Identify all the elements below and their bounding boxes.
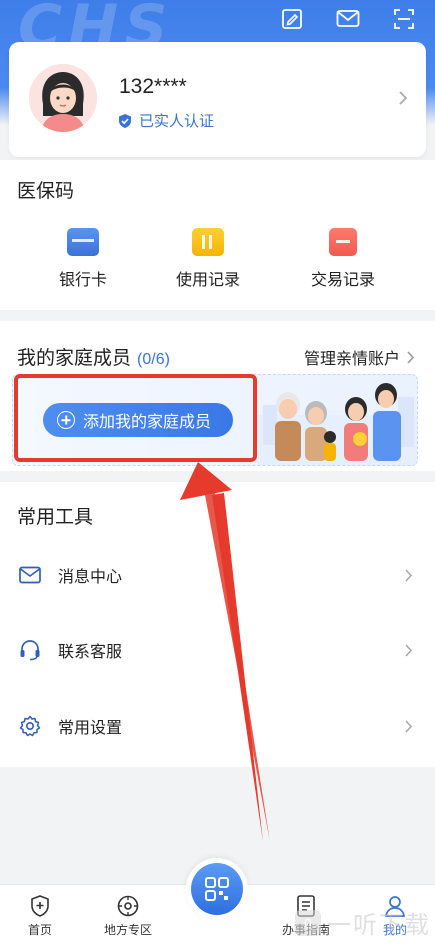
tools-section: 常用工具 消息中心 联系客服 常用设置 xyxy=(0,482,435,767)
tool-item-customer-service[interactable]: 联系客服 xyxy=(0,622,435,678)
tools-title: 常用工具 xyxy=(17,507,94,528)
usage-record-icon xyxy=(192,228,224,256)
bank-card-item[interactable]: 银行卡 xyxy=(33,228,133,290)
bank-card-label: 银行卡 xyxy=(58,272,107,289)
chevron-right-icon xyxy=(405,568,413,582)
usage-record-item[interactable]: 使用记录 xyxy=(158,228,258,290)
usage-record-label: 使用记录 xyxy=(175,272,240,289)
chevron-right-icon xyxy=(405,643,413,657)
qr-code-icon xyxy=(191,863,243,915)
profile-name: 132**** xyxy=(119,75,187,98)
mail-icon xyxy=(18,563,42,587)
manage-family-link[interactable]: 管理亲情账户 xyxy=(304,345,415,369)
tool-label: 消息中心 xyxy=(58,569,123,586)
tool-label: 联系客服 xyxy=(58,644,123,661)
transaction-record-icon xyxy=(329,228,357,256)
verified-text: 已实人认证 xyxy=(139,113,215,130)
qr-code-button[interactable] xyxy=(186,858,248,920)
home-shield-icon xyxy=(27,893,53,919)
top-toolbar xyxy=(279,6,417,32)
chevron-right-icon xyxy=(405,719,413,733)
family-illustration xyxy=(258,383,417,465)
brand-watermark: 0 一听下载 xyxy=(295,905,431,940)
verification-status: 已实人认证 xyxy=(117,110,214,131)
headset-icon xyxy=(18,638,42,662)
tool-item-settings[interactable]: 常用设置 xyxy=(0,698,435,754)
bank-card-icon xyxy=(67,228,99,256)
family-count: (0/6) xyxy=(137,351,170,368)
chevron-right-icon xyxy=(407,350,415,364)
chevron-right-icon xyxy=(398,90,408,111)
family-title: 我的家庭成员 (0/6) xyxy=(17,343,170,370)
section-title-medical-code: 医保码 xyxy=(17,181,75,202)
tab-local-zone[interactable]: 地方专区 xyxy=(93,893,163,938)
tab-label: 首页 xyxy=(27,923,52,937)
manage-family-label: 管理亲情账户 xyxy=(303,351,400,368)
tab-label: 地方专区 xyxy=(103,923,152,937)
brand-text: 一听下载 xyxy=(327,912,431,939)
edit-icon[interactable] xyxy=(279,6,305,32)
transaction-record-label: 交易记录 xyxy=(310,272,375,289)
highlight-box xyxy=(14,374,257,462)
verified-badge-icon xyxy=(119,113,131,128)
scan-icon[interactable] xyxy=(391,6,417,32)
transaction-record-item[interactable]: 交易记录 xyxy=(293,228,393,290)
tool-label: 常用设置 xyxy=(58,720,123,737)
family-title-text: 我的家庭成员 xyxy=(17,348,132,369)
profile-card[interactable]: 132**** 已实人认证 xyxy=(9,42,426,157)
avatar xyxy=(29,64,97,132)
gear-icon xyxy=(18,714,42,738)
tab-home[interactable]: 首页 xyxy=(5,893,75,938)
mail-icon[interactable] xyxy=(335,6,361,32)
tool-item-message-center[interactable]: 消息中心 xyxy=(0,547,435,603)
medical-code-section: 医保码 银行卡 使用记录 交易记录 xyxy=(0,160,435,310)
location-icon xyxy=(115,893,141,919)
brand-logo: 0 xyxy=(295,909,321,936)
